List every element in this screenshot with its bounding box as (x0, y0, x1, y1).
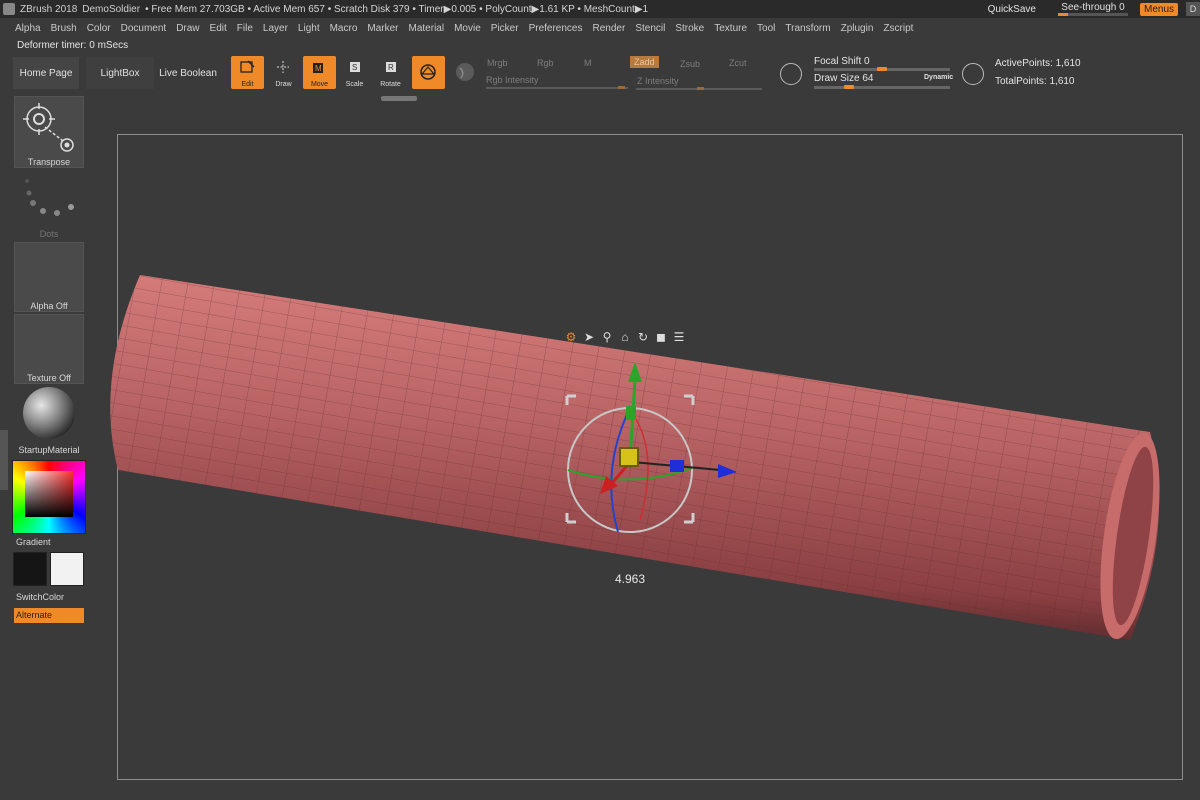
gizmo-toolbar: ⚙ ➤ ⚲ ⌂ ↻ ◼ ☰ (564, 330, 686, 344)
transform-gizmo[interactable] (540, 350, 760, 540)
gear-icon[interactable]: ⚙ (564, 330, 578, 344)
x-axis-arrow[interactable] (718, 464, 737, 478)
pin-icon[interactable]: ➤ (582, 330, 596, 344)
gizmo-ring-blue[interactable] (610, 407, 631, 533)
lock-icon[interactable]: ◼ (654, 330, 668, 344)
y-axis-handle[interactable] (626, 406, 636, 420)
location-pin-icon[interactable]: ⚲ (600, 330, 614, 344)
gizmo-center-handle[interactable] (619, 447, 639, 467)
measurement-label: 4.963 (615, 572, 646, 586)
y-axis-arrow[interactable] (628, 362, 642, 382)
x-axis-handle[interactable] (670, 460, 684, 472)
list-icon[interactable]: ☰ (672, 330, 686, 344)
reset-icon[interactable]: ↻ (636, 330, 650, 344)
home-icon[interactable]: ⌂ (618, 330, 632, 344)
